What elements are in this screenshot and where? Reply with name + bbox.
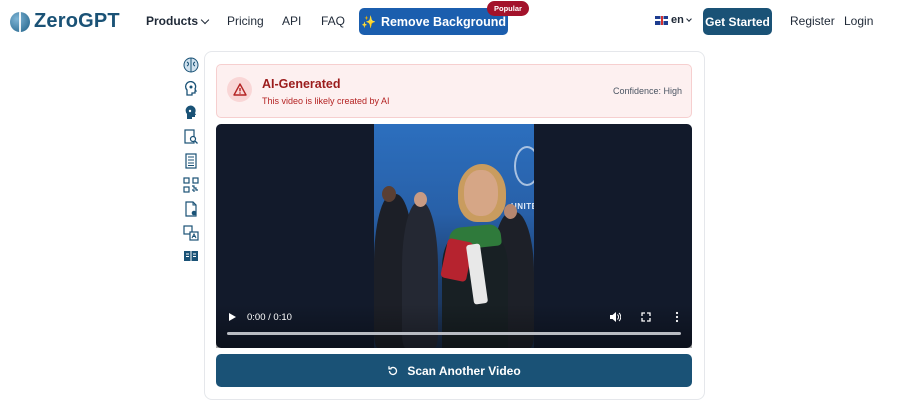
video-time: 0:00 / 0:10 — [247, 312, 292, 323]
get-started-button[interactable]: Get Started — [703, 8, 772, 35]
ai-head-icon[interactable] — [182, 80, 200, 98]
nav-products-label: Products — [146, 14, 199, 28]
qr-code-icon[interactable] — [182, 176, 200, 194]
un-emblem — [514, 146, 534, 186]
book-icon[interactable] — [182, 247, 200, 265]
scan-another-video-label: Scan Another Video — [407, 363, 521, 378]
popular-badge: Popular — [487, 1, 529, 16]
language-code: en — [671, 14, 684, 26]
remove-background-label: Remove Background — [380, 14, 506, 29]
nav-api[interactable]: API — [282, 14, 301, 28]
fullscreen-icon[interactable] — [640, 311, 652, 323]
more-options-icon[interactable] — [671, 311, 683, 323]
remove-background-button[interactable]: ✨ Remove Background — [359, 8, 508, 35]
robot-head-icon[interactable] — [182, 104, 200, 122]
woman-face — [464, 170, 498, 216]
background-person-head — [414, 192, 427, 207]
translate-icon[interactable] — [182, 224, 200, 242]
background-person-head — [504, 204, 517, 219]
chevron-down-icon — [200, 15, 210, 24]
nav-pricing[interactable]: Pricing — [227, 14, 264, 28]
volume-icon[interactable] — [609, 311, 621, 323]
logo[interactable]: ZeroGPT — [10, 10, 120, 33]
sparkle-icon: ✨ — [361, 14, 376, 29]
brain-icon[interactable] — [182, 56, 200, 74]
language-selector[interactable]: en — [655, 14, 692, 26]
logo-text: ZeroGPT — [34, 10, 120, 32]
brain-logo-icon — [10, 11, 30, 32]
top-navbar: ZeroGPT Products Pricing API FAQ ✨ Remov… — [0, 0, 900, 44]
document-check-icon[interactable] — [182, 200, 200, 218]
chevron-down-icon — [686, 16, 692, 22]
nav-products[interactable]: Products — [146, 14, 210, 28]
confidence-label: Confidence: High — [613, 86, 683, 96]
refresh-icon — [388, 365, 398, 375]
document-search-icon[interactable] — [182, 128, 200, 146]
result-title: AI-Generated — [262, 77, 341, 91]
document-lines-icon[interactable] — [182, 152, 200, 170]
background-person-head — [382, 186, 396, 202]
warning-icon — [227, 77, 252, 102]
result-subtitle: This video is likely created by AI — [262, 96, 390, 106]
play-icon[interactable] — [229, 313, 236, 321]
video-progress-bar[interactable] — [227, 332, 681, 335]
register-link[interactable]: Register — [790, 14, 835, 28]
uk-flag-icon — [655, 15, 668, 25]
nav-faq[interactable]: FAQ — [321, 14, 345, 28]
login-link[interactable]: Login — [844, 14, 873, 28]
scan-another-video-button[interactable]: Scan Another Video — [216, 354, 692, 387]
